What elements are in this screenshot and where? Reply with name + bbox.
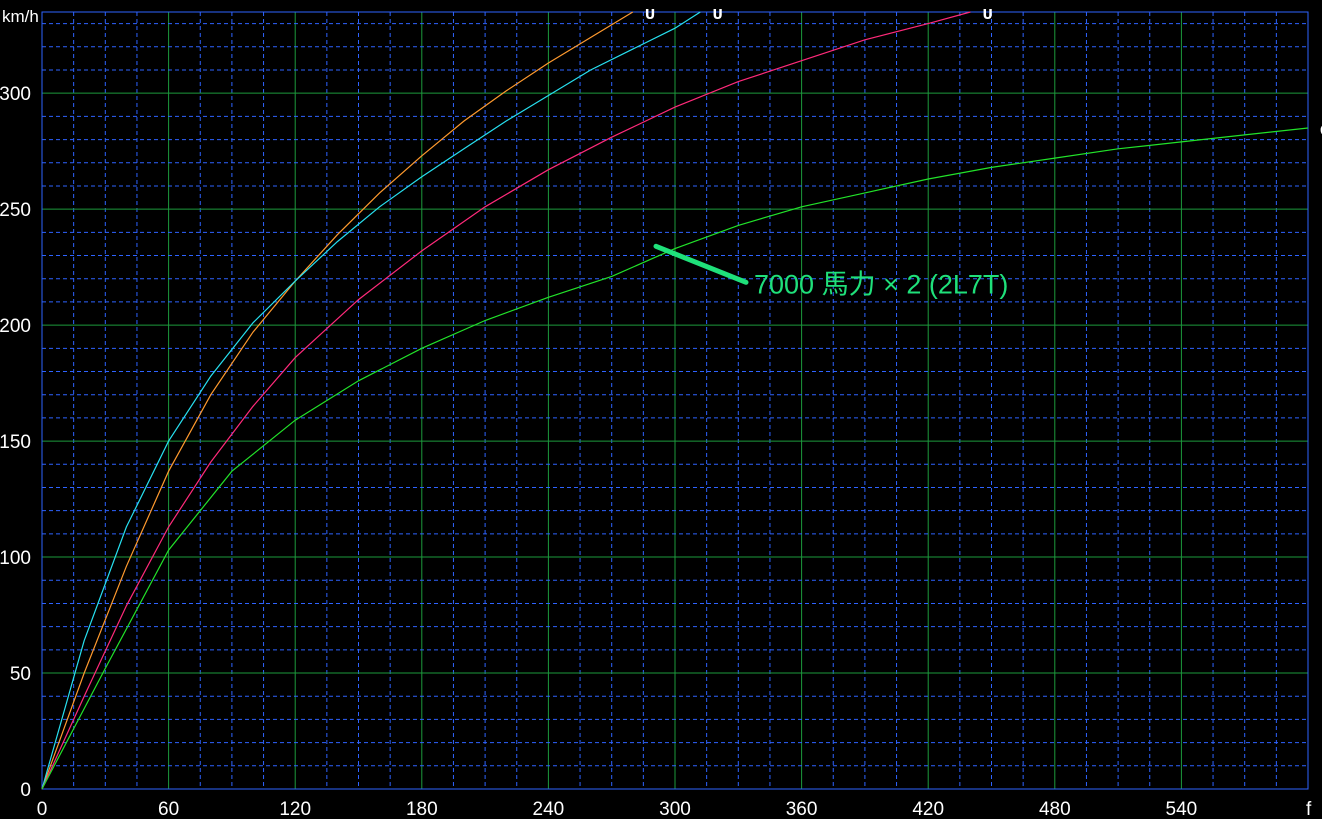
x-tick-label: 540: [1166, 799, 1198, 819]
x-tick-label: 60: [158, 799, 179, 819]
x-tick-label: 240: [533, 799, 565, 819]
y-tick-label: 300: [0, 84, 31, 105]
acceleration-chart: UUU0 06012018024030036042048054005010015…: [0, 0, 1322, 819]
x-tick-label: 180: [406, 799, 438, 819]
y-tick-label: 100: [0, 548, 31, 569]
x-tick-label: 360: [786, 799, 818, 819]
series-end-label-1: U: [645, 8, 656, 23]
series-end-label-3: U: [982, 8, 993, 23]
annotation-text: 7000 馬力 × 2 (2L7T): [754, 269, 1008, 299]
y-tick-label: 150: [0, 432, 31, 453]
x-tick-label: 120: [279, 799, 311, 819]
series-end-label-2: U: [712, 8, 723, 23]
x-tick-label: 420: [912, 799, 944, 819]
x-tick-label: 0: [37, 799, 48, 819]
y-tick-label: 250: [0, 200, 31, 221]
y-axis-unit-label: km/h: [2, 7, 39, 26]
x-tick-label: 300: [659, 799, 691, 819]
x-axis-end-label: f: [1306, 799, 1312, 819]
x-tick-label: 480: [1039, 799, 1071, 819]
y-tick-label: 0: [20, 780, 31, 801]
y-tick-label: 50: [10, 664, 31, 685]
y-tick-label: 200: [0, 316, 31, 337]
